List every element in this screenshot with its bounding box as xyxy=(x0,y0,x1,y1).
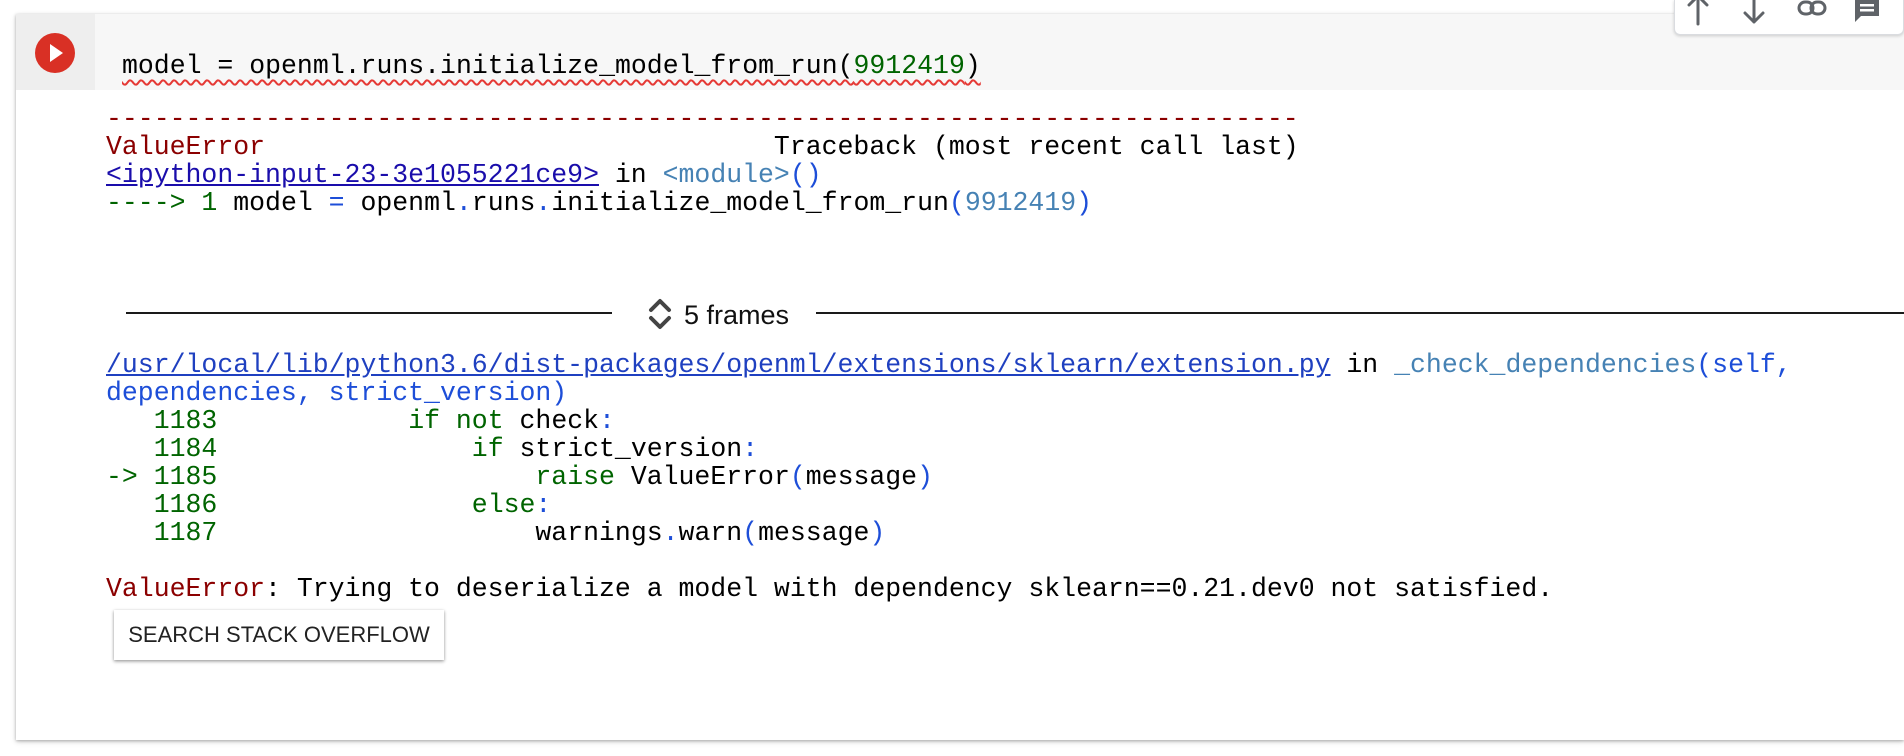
arrow-code-a: model xyxy=(233,188,329,218)
cell-gutter xyxy=(16,14,95,90)
arrow-eq: = xyxy=(328,188,345,218)
line-method: warn xyxy=(678,518,743,548)
line-arg: message xyxy=(805,462,918,492)
line-number: 1187 xyxy=(153,518,218,548)
frame-func-args-1: (self, xyxy=(1696,350,1792,380)
line-paren-open: ( xyxy=(789,462,806,492)
comment-icon[interactable] xyxy=(1849,0,1883,26)
frames-label: 5 frames xyxy=(684,300,790,330)
arrow-arg: 9912419 xyxy=(964,188,1077,218)
code-input-text: model = openml.runs.initialize_model_fro… xyxy=(122,51,854,81)
run-cell-button[interactable] xyxy=(35,33,75,73)
line-paren-close: ) xyxy=(869,518,886,548)
frame-in-word: in xyxy=(1330,350,1395,380)
line-arg: message xyxy=(758,518,870,548)
line-paren-close: ) xyxy=(917,462,933,492)
arrow-runs: runs xyxy=(471,188,536,218)
code-cell[interactable]: model = openml.runs.initialize_model_fro… xyxy=(16,0,1904,740)
search-stack-overflow-button[interactable]: SEARCH STACK OVERFLOW xyxy=(114,610,444,660)
line-object: warnings xyxy=(535,518,663,548)
code-line-1187: 1187 warnings.warn(message) xyxy=(106,516,886,550)
frame-func-name: _check_dependencies xyxy=(1394,350,1697,380)
link-icon[interactable] xyxy=(1793,0,1827,26)
arrow-open-paren: ( xyxy=(948,188,965,218)
final-error-message: : Trying to deserialize a model with dep… xyxy=(265,574,1554,604)
move-up-icon[interactable] xyxy=(1681,0,1715,26)
line-dot: . xyxy=(662,518,679,548)
code-input-number: 9912419 xyxy=(853,51,965,81)
cell-input-area[interactable]: model = openml.runs.initialize_model_fro… xyxy=(16,14,1904,90)
move-down-icon[interactable] xyxy=(1737,0,1771,26)
line-paren-open: ( xyxy=(742,518,759,548)
arrow-func: initialize_model_from_run xyxy=(551,188,949,218)
arrow-close-paren: ) xyxy=(1076,188,1093,218)
line-code: ValueError xyxy=(614,462,790,492)
code-input[interactable]: model = openml.runs.initialize_model_fro… xyxy=(122,49,981,83)
final-error-line: ValueError: Trying to deserialize a mode… xyxy=(106,572,1553,606)
frames-divider-left xyxy=(126,312,612,314)
traceback-title: Traceback (most recent call last) xyxy=(773,132,1299,162)
code-input-close: ) xyxy=(964,51,981,81)
arrow-dot-1: . xyxy=(455,188,472,218)
expand-chevrons-icon xyxy=(649,299,671,329)
traceback-arrow-line: ----> 1 model = openml.runs.initialize_m… xyxy=(106,186,1092,220)
cell-toolbar xyxy=(1674,0,1904,35)
final-error-type: ValueError xyxy=(106,574,266,604)
arrow-dot-2: . xyxy=(535,188,552,218)
arrow-code-b: openml xyxy=(344,188,456,218)
frames-divider-right xyxy=(816,312,1904,314)
arrow-prefix: ----> 1 xyxy=(106,188,234,218)
play-icon xyxy=(50,44,63,62)
line-prefix xyxy=(106,518,154,548)
